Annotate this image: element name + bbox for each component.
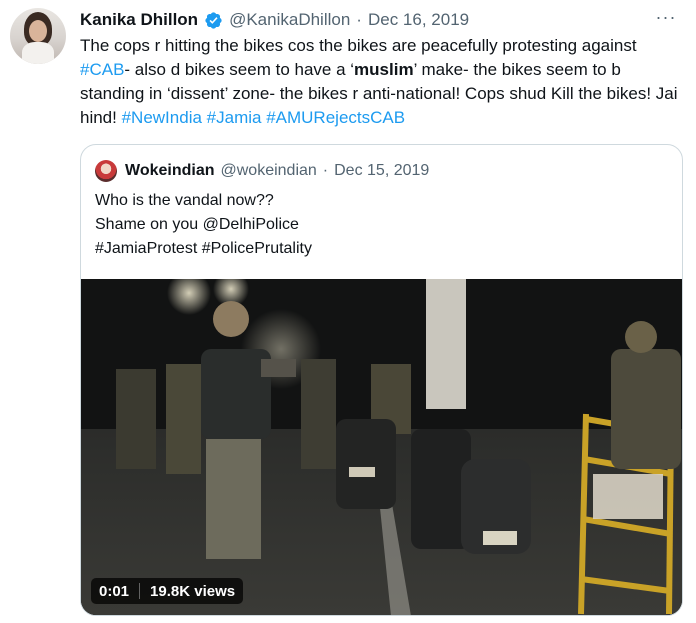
text-segment: The cops r hitting the bikes cos the bik… bbox=[80, 36, 642, 55]
avatar-face bbox=[29, 20, 47, 42]
badge-separator bbox=[139, 583, 141, 599]
separator-dot: · bbox=[356, 10, 362, 29]
hashtag-link[interactable]: #CAB bbox=[80, 60, 124, 79]
quoted-line: Who is the vandal now?? bbox=[95, 192, 274, 209]
text-segment: - also d bikes seem to have a ‘ bbox=[124, 60, 355, 79]
video-frame bbox=[81, 279, 682, 615]
quoted-author-avatar[interactable] bbox=[95, 160, 117, 182]
hashtag-link[interactable]: #Jamia bbox=[207, 108, 262, 127]
video-player[interactable]: 0:01 19.8K views bbox=[81, 279, 682, 615]
quoted-line: Shame on you @DelhiPolice bbox=[95, 216, 299, 233]
video-info-badge: 0:01 19.8K views bbox=[91, 578, 244, 604]
tweet-date[interactable]: Dec 16, 2019 bbox=[368, 10, 469, 30]
quoted-tweet-text: Who is the vandal now?? Shame on you @De… bbox=[95, 189, 665, 261]
bold-text: muslim bbox=[354, 60, 414, 79]
video-timestamp: 0:01 bbox=[99, 582, 130, 600]
more-options-icon[interactable]: ··· bbox=[654, 8, 678, 30]
hashtag-link[interactable]: #AMURejectsCAB bbox=[266, 108, 405, 127]
tweet-header: Kanika Dhillon @KanikaDhillon · Dec 16, … bbox=[80, 8, 469, 32]
hashtag-link[interactable]: #NewIndia bbox=[122, 108, 202, 127]
quoted-tweet-date[interactable]: Dec 15, 2019 bbox=[334, 162, 429, 180]
tweet-text: The cops r hitting the bikes cos the bik… bbox=[80, 34, 680, 130]
avatar-body bbox=[22, 42, 54, 64]
author-avatar[interactable] bbox=[10, 8, 66, 64]
author-name[interactable]: Kanika Dhillon bbox=[80, 10, 198, 30]
quoted-line: #JamiaProtest #PolicePrutality bbox=[95, 240, 312, 257]
video-views: 19.8K views bbox=[150, 582, 236, 600]
quoted-tweet-header: Wokeindian @wokeindian · Dec 15, 2019 bbox=[125, 159, 429, 183]
tweet[interactable]: Kanika Dhillon @KanikaDhillon · Dec 16, … bbox=[0, 0, 696, 623]
quoted-author-name[interactable]: Wokeindian bbox=[125, 162, 215, 180]
quoted-separator-dot: · bbox=[322, 162, 329, 179]
quoted-tweet[interactable]: Wokeindian @wokeindian · Dec 15, 2019 Wh… bbox=[80, 144, 683, 616]
author-handle[interactable]: @KanikaDhillon bbox=[229, 10, 350, 30]
verified-badge-icon bbox=[205, 11, 222, 29]
quoted-author-handle[interactable]: @wokeindian bbox=[221, 162, 317, 180]
